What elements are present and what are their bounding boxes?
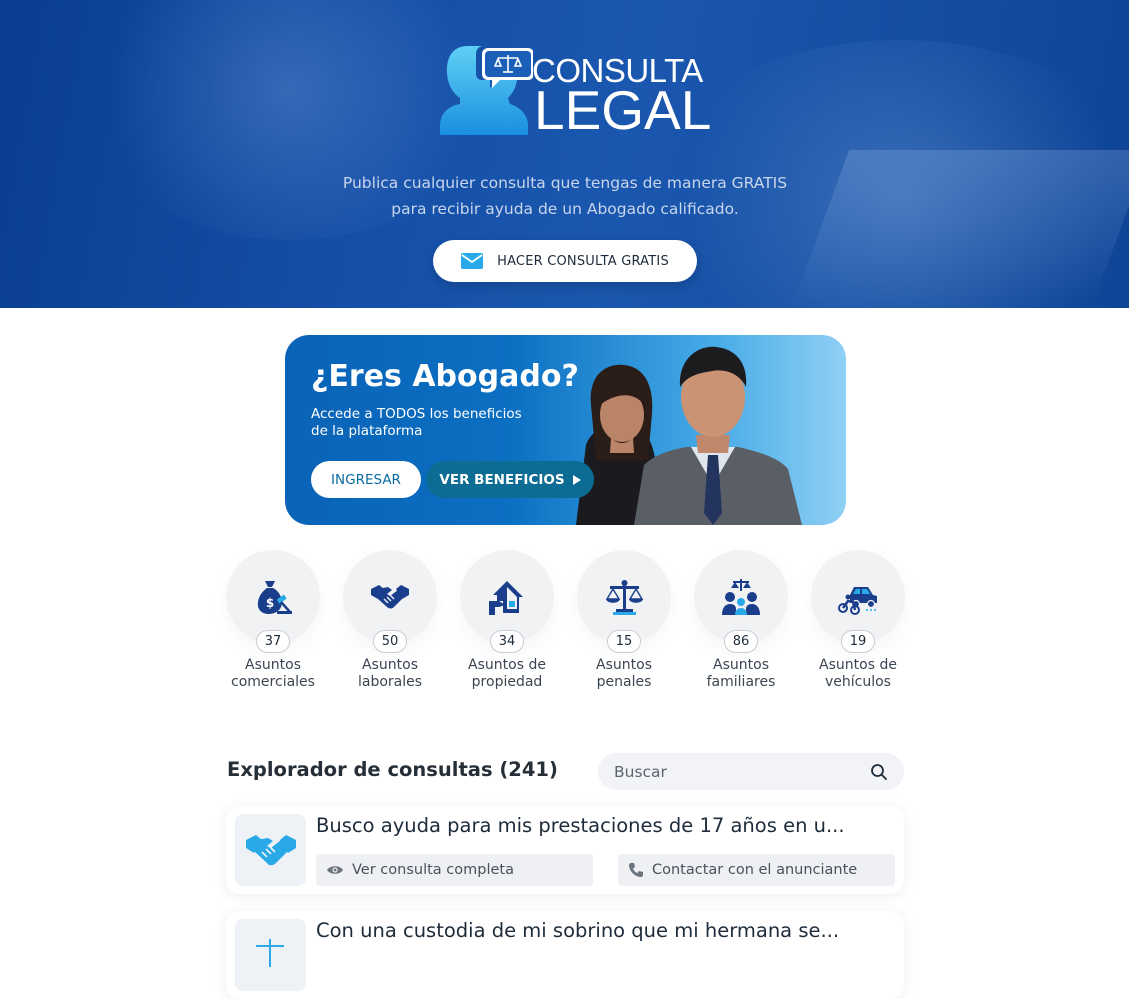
logo-wordmark-bottom: LEGAL [534,79,712,141]
banner-subtitle: Accede a TODOS los beneficios de la plat… [311,406,522,440]
category-label: Asuntos comerciales [226,657,320,691]
search-icon[interactable] [870,763,888,781]
hero-subtitle-line: para recibir ayuda de un Abogado calific… [391,200,739,218]
query-thumbnail [235,814,306,886]
hero-subtitle-line: Publica cualquier consulta que tengas de… [342,174,788,192]
category-count-badge: 37 [256,630,290,653]
category-label-line: comerciales [231,674,315,690]
category-icon-circle: $ 37 [226,550,320,653]
query-explorer-title: Explorador de consultas (241) [227,758,558,781]
category-label-line: Asuntos de [468,657,546,673]
family-scales-icon [722,579,760,615]
scales-icon [256,939,284,967]
category-label-line: Asuntos [362,657,418,673]
category-icon-circle: 15 [577,550,671,653]
category-count-badge: 86 [724,630,758,653]
category-list: $ 37 Asuntos comerciales 50 Asuntos labo… [226,550,906,700]
query-title[interactable]: Con una custodia de mi sobrino que mi he… [316,919,891,942]
banner-subtitle-line: de la plataforma [311,423,423,439]
category-count-badge: 19 [841,630,875,653]
category-label-line: Asuntos [713,657,769,673]
query-thumbnail [235,919,306,991]
category-criminal[interactable]: 15 Asuntos penales [577,550,671,691]
category-icon-circle: 34 [460,550,554,653]
category-label-line: Asuntos de [819,657,897,673]
query-card: Busco ayuda para mis prestaciones de 17 … [226,806,904,894]
category-label-line: vehículos [825,674,891,690]
hero-subtitle: Publica cualquier consulta que tengas de… [290,170,840,222]
house-hand-icon [489,581,523,615]
category-count-badge: 50 [373,630,407,653]
category-icon-circle: 86 [694,550,788,653]
contact-advertiser-button[interactable]: Contactar con el anunciante [618,854,895,886]
category-label: Asuntos de propiedad [460,657,554,691]
site-logo[interactable]: CONSULTA LEGAL [438,44,711,138]
category-commercial[interactable]: $ 37 Asuntos comerciales [226,550,320,691]
query-title[interactable]: Busco ayuda para mis prestaciones de 17 … [316,814,891,837]
search-box [598,753,904,790]
category-icon-circle: 50 [343,550,437,653]
category-label-line: Asuntos [245,657,301,673]
category-icon-circle: 19 [811,550,905,653]
banner-title: ¿Eres Abogado? [311,359,579,394]
banner-subtitle-line: Accede a TODOS los beneficios [311,406,522,422]
category-label: Asuntos familiares [694,657,788,691]
category-label-line: familiares [706,674,776,690]
view-full-query-button[interactable]: Ver consulta completa [316,854,593,886]
hero-background-glow [790,150,1129,308]
query-card: Con una custodia de mi sobrino que mi he… [226,911,904,999]
category-vehicles[interactable]: 19 Asuntos de vehículos [811,550,905,691]
category-count-badge: 34 [490,630,524,653]
svg-text:$: $ [266,596,274,610]
category-label: Asuntos penales [577,657,671,691]
category-label: Asuntos de vehículos [811,657,905,691]
contact-advertiser-label: Contactar con el anunciante [652,862,858,878]
eye-icon [327,866,343,874]
play-arrow-icon [572,474,581,485]
handshake-icon [246,835,296,866]
category-family[interactable]: 86 Asuntos familiares [694,550,788,691]
handshake-icon [371,585,409,609]
view-full-query-label: Ver consulta completa [352,862,514,878]
money-bag-gavel-icon: $ [257,581,292,614]
category-label-line: penales [596,674,652,690]
phone-icon [629,863,643,877]
envelope-icon [461,253,484,269]
login-button[interactable]: INGRESAR [311,461,421,498]
vehicles-icon [838,587,877,615]
see-benefits-label: VER BENEFICIOS [439,471,565,488]
category-label-line: Asuntos [596,657,652,673]
category-label: Asuntos laborales [343,657,437,691]
hero-section: CONSULTA LEGAL Publica cualquier consult… [0,0,1129,308]
category-labor[interactable]: 50 Asuntos laborales [343,550,437,691]
make-free-query-label: HACER CONSULTA GRATIS [497,253,669,269]
category-label-line: laborales [357,674,423,690]
lawyer-promo-banner: ¿Eres Abogado? Accede a TODOS los benefi… [285,335,846,525]
category-property[interactable]: 34 Asuntos de propiedad [460,550,554,691]
lawyer-avatar-logo-icon [440,46,533,135]
category-label-line: propiedad [471,674,543,690]
see-benefits-button[interactable]: VER BENEFICIOS [426,461,594,498]
category-count-badge: 15 [607,630,641,653]
search-input[interactable] [614,753,864,790]
scales-icon [605,580,644,615]
make-free-query-button[interactable]: HACER CONSULTA GRATIS [433,240,697,282]
